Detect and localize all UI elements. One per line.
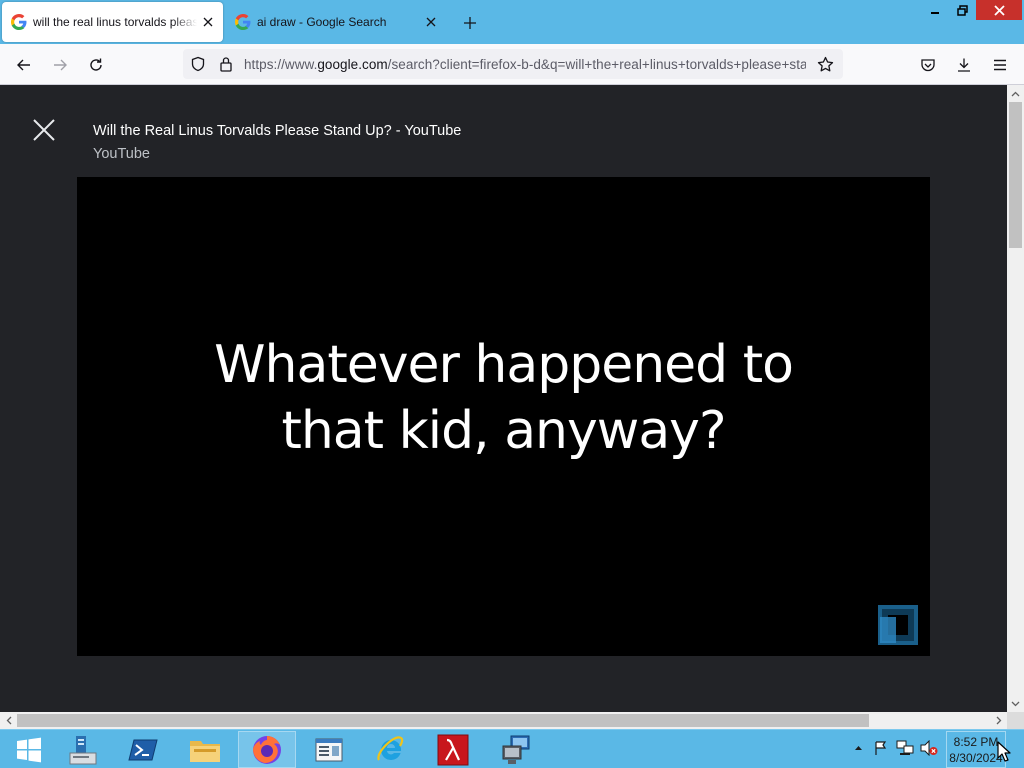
scrollbar-corner [1007, 712, 1024, 729]
video-caption-line1: Whatever happened to [214, 335, 794, 395]
firefox-icon[interactable] [238, 731, 296, 768]
remote-desktop-icon[interactable] [486, 731, 544, 768]
preview-title-link[interactable]: Will the Real Linus Torvalds Please Stan… [93, 123, 461, 139]
server-manager-icon[interactable] [52, 731, 110, 768]
bookmark-star-icon[interactable] [816, 55, 834, 73]
pocket-icon[interactable] [915, 52, 941, 78]
scroll-up-icon[interactable] [1007, 85, 1024, 102]
channel-watermark-icon [878, 605, 918, 645]
url-path: /search?client=firefox-b-d&q=will+the+re… [387, 57, 806, 72]
close-icon[interactable] [976, 0, 1022, 20]
scroll-left-icon[interactable] [0, 712, 17, 729]
mouse-cursor-icon [997, 741, 1011, 762]
scroll-down-icon[interactable] [1007, 695, 1024, 712]
video-caption-line2: that kid, anyway? [281, 401, 726, 461]
taskbar: 8:52 PM 8/30/2024 [0, 729, 1024, 768]
lock-icon[interactable] [217, 55, 235, 73]
url-text[interactable]: https://www.google.com/search?client=fir… [244, 57, 806, 72]
horizontal-scroll-thumb[interactable] [17, 714, 869, 727]
back-icon[interactable] [11, 52, 37, 78]
url-scheme: https://www. [244, 57, 318, 72]
vertical-scroll-thumb[interactable] [1009, 102, 1022, 248]
video-thumbnail[interactable]: Whatever happened to that kid, anyway? [77, 177, 930, 656]
restore-icon[interactable] [949, 0, 975, 20]
tab-title: ai draw - Google Search [257, 15, 387, 29]
image-preview-panel: Will the Real Linus Torvalds Please Stan… [0, 85, 1007, 712]
google-g-icon [235, 14, 251, 30]
reload-icon[interactable] [83, 52, 109, 78]
tab-close-icon[interactable] [197, 11, 219, 33]
url-host: google.com [317, 57, 388, 72]
vertical-scrollbar[interactable] [1007, 85, 1024, 712]
downloads-icon[interactable] [951, 52, 977, 78]
forward-icon[interactable] [47, 52, 73, 78]
tab-active[interactable]: will the real linus torvalds please stan… [2, 2, 223, 42]
windows-start-icon[interactable] [0, 731, 58, 768]
action-center-flag-icon[interactable] [872, 738, 890, 758]
tab-inactive[interactable]: ai draw - Google Search [226, 2, 446, 42]
scroll-right-icon[interactable] [990, 712, 1007, 729]
preview-source[interactable]: YouTube [93, 146, 150, 162]
lambda-app-icon[interactable] [424, 731, 482, 768]
tracking-shield-icon[interactable] [189, 55, 207, 73]
horizontal-scrollbar[interactable] [0, 712, 1007, 729]
video-caption: Whatever happened to that kid, anyway? [77, 332, 930, 464]
google-g-icon [11, 14, 27, 30]
show-hidden-icons-icon[interactable] [849, 738, 867, 758]
url-bar[interactable]: https://www.google.com/search?client=fir… [183, 49, 843, 79]
tab-title: will the real linus torvalds please stan… [33, 15, 197, 29]
network-icon[interactable] [896, 738, 914, 758]
tab-close-icon[interactable] [420, 11, 442, 33]
internet-explorer-icon[interactable] [362, 731, 420, 768]
file-explorer-icon[interactable] [176, 731, 234, 768]
title-bar: will the real linus torvalds please stan… [0, 0, 1024, 44]
close-preview-icon[interactable] [30, 116, 58, 144]
powershell-icon[interactable] [114, 731, 172, 768]
new-tab-plus-icon[interactable] [458, 11, 482, 35]
notepad-icon[interactable] [300, 731, 358, 768]
menu-icon[interactable] [987, 52, 1013, 78]
minimize-icon[interactable] [922, 0, 948, 20]
nav-bar: https://www.google.com/search?client=fir… [0, 44, 1024, 85]
volume-muted-icon[interactable] [920, 738, 938, 758]
